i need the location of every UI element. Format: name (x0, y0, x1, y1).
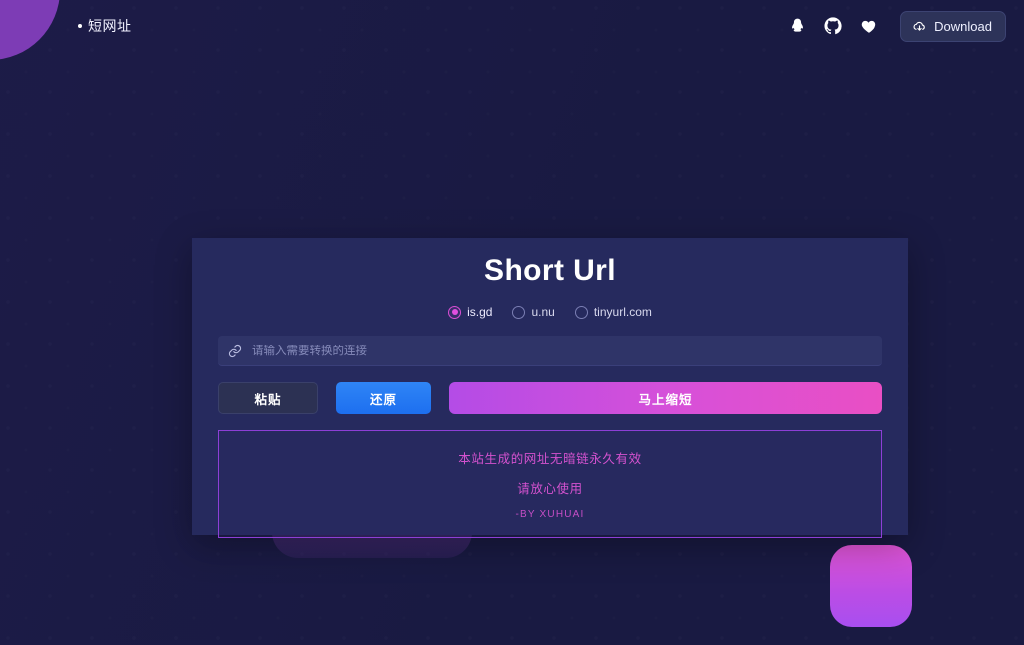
top-bar: 短网址 Download (0, 0, 1024, 52)
github-icon[interactable] (824, 17, 842, 35)
link-icon (228, 344, 242, 358)
notice-box: 本站生成的网址无暗链永久有效 请放心使用 -BY XUHUAI (218, 430, 882, 538)
short-url-card: Short Url is.gd u.nu tinyurl.com 粘贴 还原 马… (192, 238, 908, 538)
heart-icon[interactable] (860, 17, 878, 35)
provider-radio-unu[interactable]: u.nu (512, 305, 555, 319)
cloud-download-icon (912, 19, 927, 34)
provider-radio-isgd[interactable]: is.gd (448, 305, 492, 319)
top-actions: Download (788, 10, 1006, 42)
brand-logo[interactable]: 短网址 (78, 16, 132, 36)
radio-unselected-icon (512, 305, 526, 319)
url-input-field[interactable] (218, 336, 882, 366)
radio-unselected-icon (574, 305, 588, 319)
qq-icon[interactable] (788, 17, 806, 35)
shorten-button[interactable]: 马上缩短 (449, 382, 882, 414)
action-button-row: 粘贴 还原 马上缩短 (218, 382, 882, 414)
notice-line-1: 本站生成的网址无暗链永久有效 (458, 452, 642, 466)
provider-label: is.gd (467, 305, 493, 319)
download-button[interactable]: Download (900, 10, 1006, 42)
provider-radio-tinyurl[interactable]: tinyurl.com (574, 305, 652, 319)
download-button-label: Download (934, 18, 992, 34)
notice-author: -BY XUHUAI (515, 509, 585, 520)
notice-line-2: 请放心使用 (517, 482, 583, 496)
page-title: Short Url (484, 254, 616, 287)
radio-selected-icon (448, 305, 462, 319)
provider-radio-group: is.gd u.nu tinyurl.com (206, 305, 894, 319)
provider-label: tinyurl.com (593, 305, 652, 319)
decorative-rounded-square-bottom-right (830, 545, 912, 627)
url-input[interactable] (252, 344, 872, 357)
paste-button[interactable]: 粘贴 (218, 382, 318, 414)
brand-label: 短网址 (88, 18, 132, 34)
brand-dot-icon (78, 24, 82, 28)
restore-button[interactable]: 还原 (336, 382, 431, 414)
provider-label: u.nu (531, 305, 555, 319)
